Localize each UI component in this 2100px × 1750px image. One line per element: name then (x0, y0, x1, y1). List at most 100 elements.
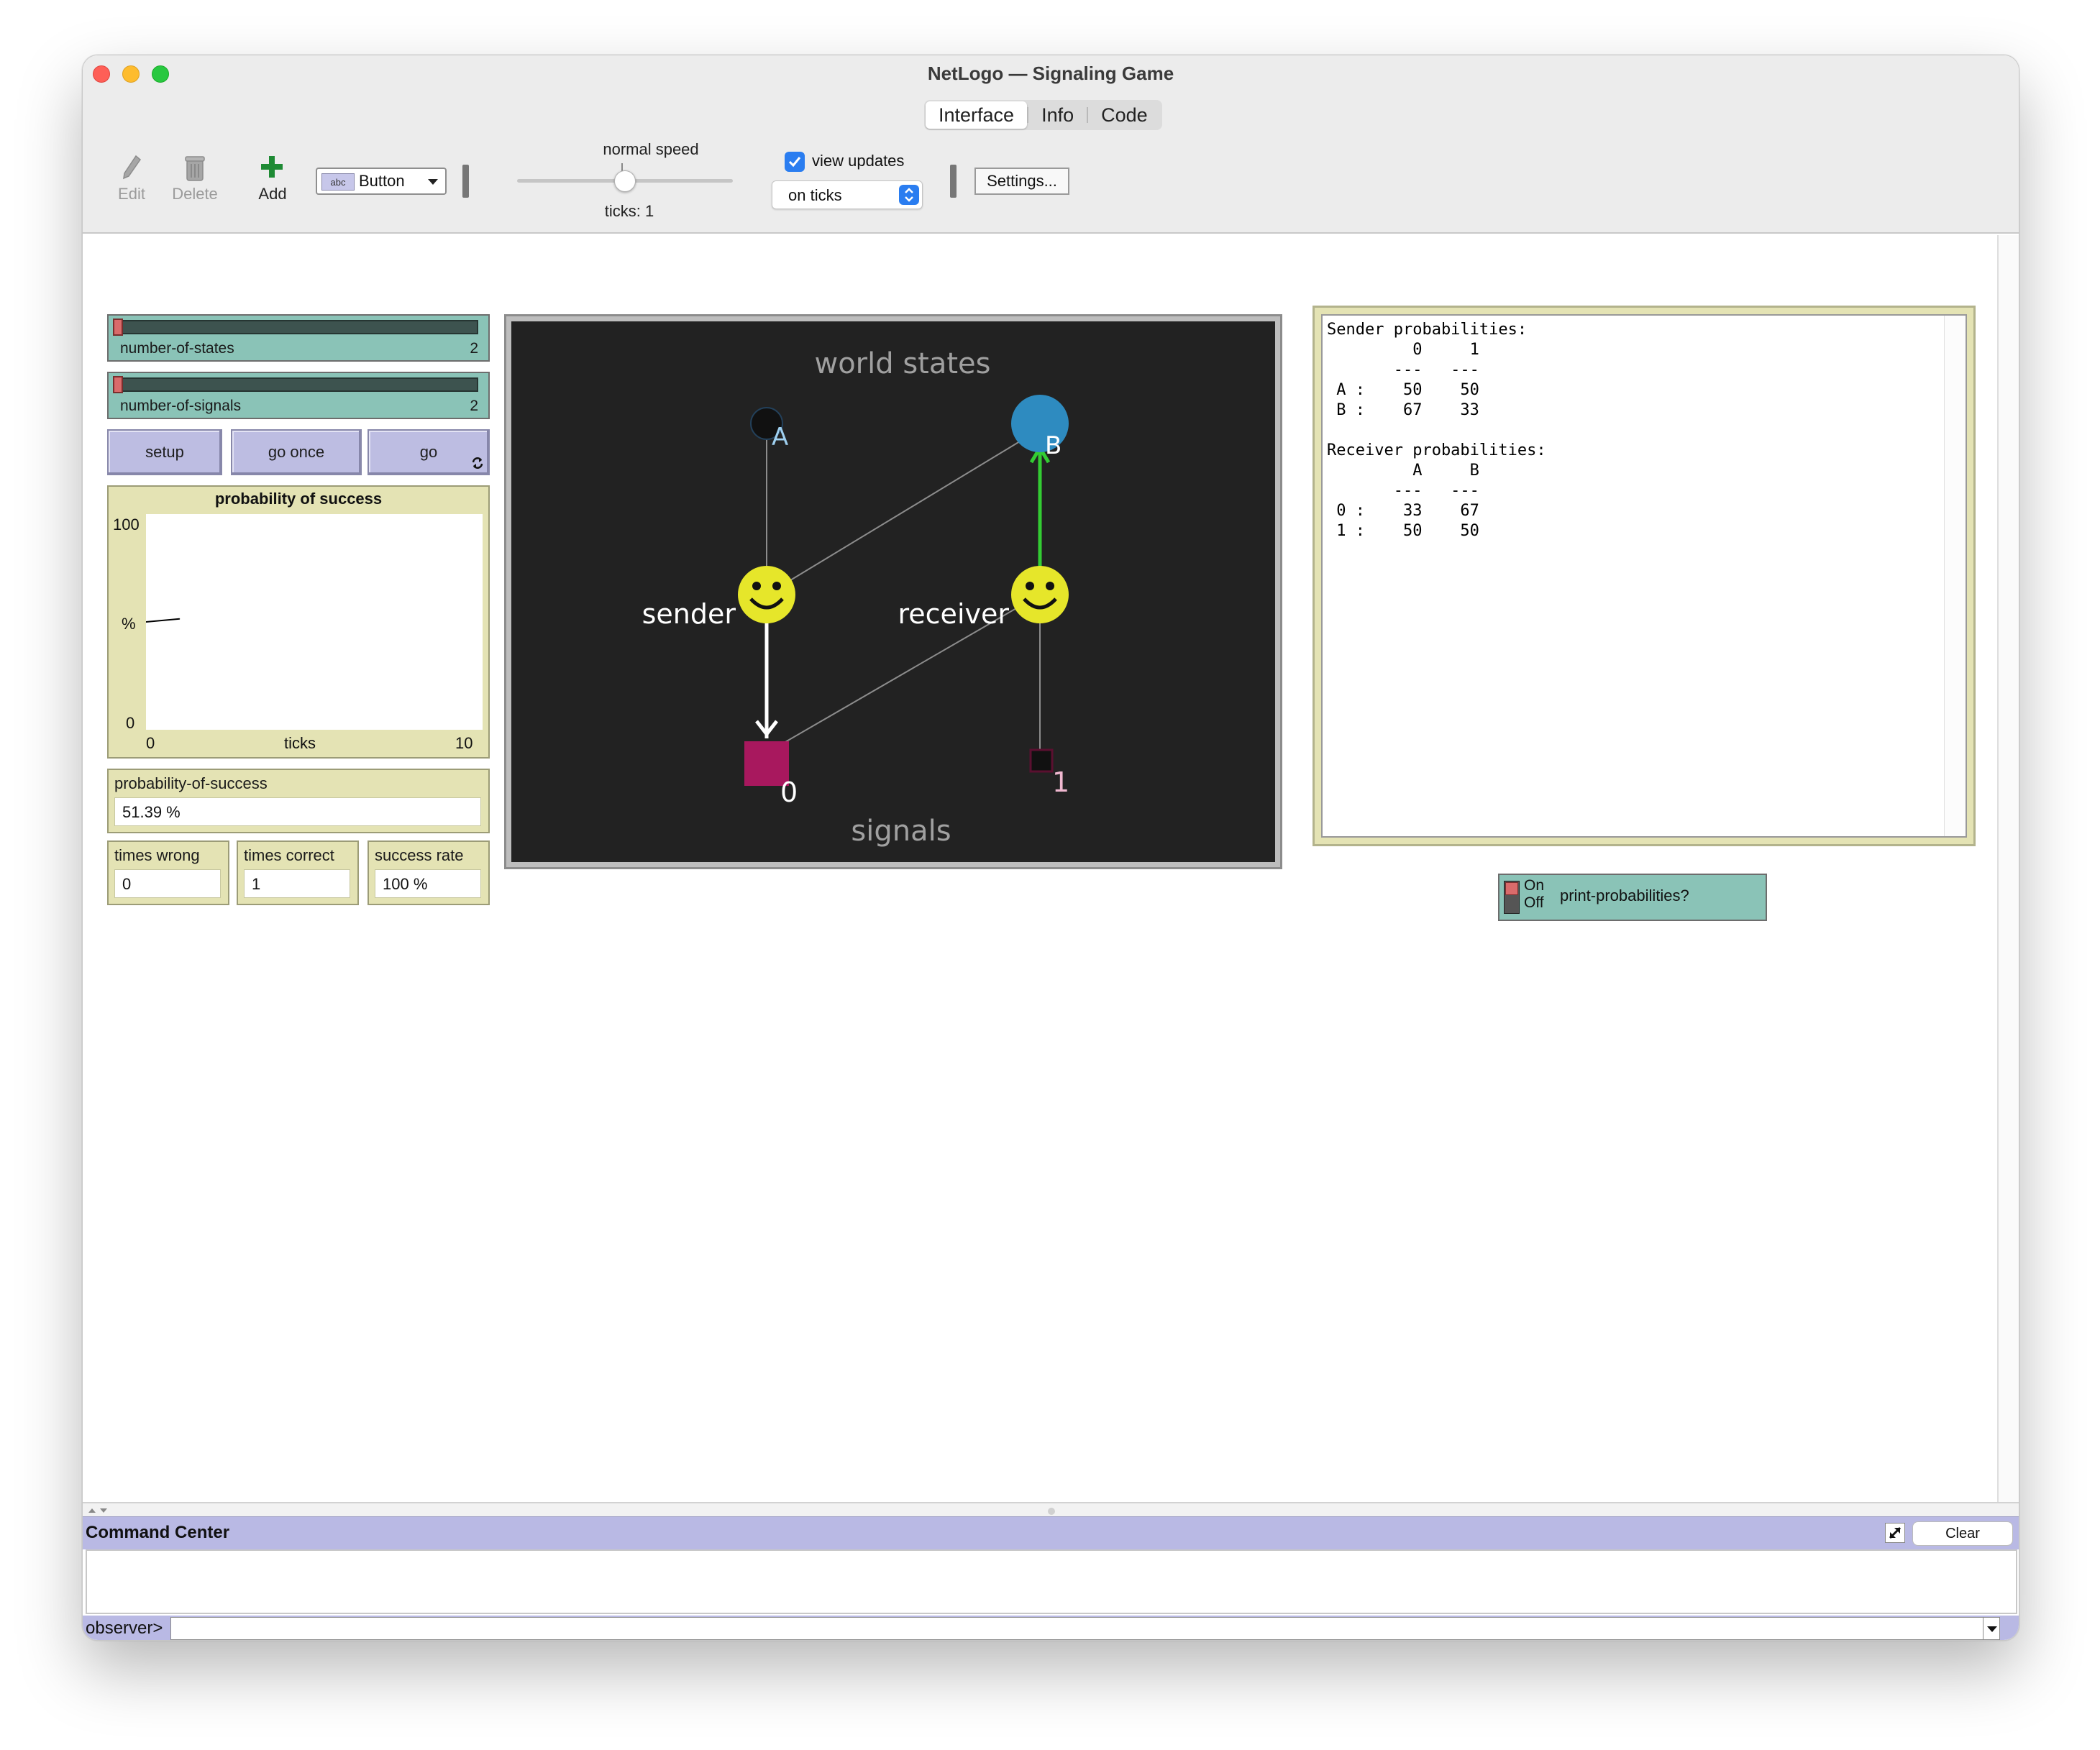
world-states-label: world states (814, 347, 990, 380)
checkmark-icon (788, 157, 801, 168)
command-input[interactable] (170, 1617, 1984, 1640)
success-rate-monitor: success rate 100 % (368, 840, 490, 905)
slider-value: 2 (470, 398, 478, 414)
tab-bar: Interface Info Code (924, 100, 1162, 130)
expand-icon[interactable] (1885, 1523, 1905, 1543)
plot-series-line (146, 618, 180, 623)
times-wrong-monitor: times wrong 0 (107, 840, 229, 905)
state-b-label: B (1045, 431, 1062, 460)
splitter-grip[interactable] (1048, 1508, 1055, 1515)
signals-label: signals (851, 815, 951, 848)
interface-scrollbar[interactable] (1997, 235, 2019, 1502)
output-scrollbar[interactable] (1944, 316, 1966, 836)
monitor-value: 0 (114, 869, 221, 898)
widget-type-select[interactable]: abc Button (316, 168, 447, 195)
clear-button[interactable]: Clear (1912, 1521, 2013, 1546)
monitor-label: probability-of-success (114, 774, 268, 792)
plus-icon[interactable] (260, 155, 284, 179)
number-of-signals-slider[interactable]: number-of-signals 2 (107, 372, 490, 419)
trash-icon[interactable] (183, 155, 206, 182)
plot-area (146, 514, 483, 730)
slider-value: 2 (470, 340, 478, 357)
monitor-value: 51.39 % (114, 797, 481, 826)
collapse-arrows-icon[interactable] (87, 1506, 109, 1515)
monitor-label: success rate (375, 846, 464, 864)
switch-label: print-probabilities? (1560, 887, 1689, 904)
edit-label: Edit (118, 185, 145, 203)
go-once-button[interactable]: go once (231, 429, 362, 475)
receiver-label: receiver (898, 598, 1010, 630)
toolbar-divider (950, 165, 957, 198)
receiver-smiley-icon (1011, 566, 1069, 623)
print-probabilities-switch[interactable]: On Off print-probabilities? (1498, 874, 1767, 921)
plot-y-max: 100 (113, 516, 140, 533)
interface-panel: number-of-states 2 number-of-signals 2 s… (83, 235, 1997, 1502)
history-dropdown-button[interactable] (1983, 1617, 2000, 1640)
monitor-label: times correct (244, 846, 334, 864)
plot-x-max: 10 (455, 734, 473, 752)
output-area[interactable]: Sender probabilities: 0 1 --- --- A : 50… (1321, 314, 1967, 838)
ticks-counter: ticks: 1 (604, 202, 654, 220)
widget-type-value: Button (359, 172, 405, 190)
add-label: Add (258, 185, 287, 203)
tab-interface[interactable]: Interface (926, 101, 1028, 129)
slider-label: number-of-signals (120, 398, 242, 414)
monitor-label: times wrong (114, 846, 200, 864)
forever-loop-icon (472, 457, 483, 469)
update-mode-value: on ticks (788, 186, 842, 204)
go-forever-button[interactable]: go (368, 429, 490, 475)
probability-monitor: probability-of-success 51.39 % (107, 769, 490, 833)
switch-knob[interactable] (1505, 882, 1518, 895)
netlogo-window: NetLogo — Signaling Game Interface Info … (82, 55, 2019, 1641)
pencil-icon (123, 155, 142, 180)
settings-button[interactable]: Settings... (974, 168, 1069, 195)
titlebar: NetLogo — Signaling Game Interface Info … (83, 55, 2019, 234)
delete-label: Delete (172, 185, 218, 203)
command-center-title: Command Center (86, 1523, 230, 1542)
plot-y-min: 0 (126, 714, 135, 732)
observer-prompt: observer> (86, 1618, 163, 1638)
switch-track[interactable] (1504, 881, 1520, 914)
plot-y-label: % (122, 615, 136, 633)
setup-button[interactable]: setup (107, 429, 222, 475)
plot-title: probability of success (214, 490, 383, 508)
probability-plot: probability of success 100 0 % 0 ticks 1… (107, 485, 490, 759)
times-correct-monitor: times correct 1 (237, 840, 359, 905)
signal-1-node (1029, 748, 1054, 773)
sender-label: sender (642, 598, 736, 630)
slider-track[interactable] (113, 377, 478, 392)
signal-0-label: 0 (780, 776, 798, 808)
speed-label: normal speed (603, 140, 699, 158)
tab-info[interactable]: Info (1028, 101, 1087, 129)
window-title: NetLogo — Signaling Game (927, 63, 1174, 84)
monitor-value: 1 (244, 869, 350, 898)
plot-x-label: ticks (284, 734, 316, 752)
slider-track[interactable] (113, 320, 478, 334)
state-a-label: A (772, 423, 788, 452)
update-mode-select[interactable]: on ticks (772, 180, 923, 209)
chevron-down-icon (428, 179, 438, 185)
slider-knob[interactable] (113, 376, 123, 393)
number-of-states-slider[interactable]: number-of-states 2 (107, 314, 490, 362)
output-text: Sender probabilities: 0 1 --- --- A : 50… (1327, 321, 1546, 540)
world-view[interactable]: A B sender receiver 0 1 world states sig… (511, 321, 1275, 862)
sender-smiley-icon (738, 566, 795, 623)
command-center-header: Command Center Clear (83, 1516, 2019, 1549)
slider-label: number-of-states (120, 340, 234, 357)
command-center-history[interactable] (86, 1549, 2017, 1614)
monitor-value: 100 % (375, 869, 481, 898)
view-updates-checkbox[interactable] (785, 152, 805, 172)
plot-point (179, 618, 181, 620)
up-down-chevron-icon (899, 185, 919, 205)
command-center-splitter[interactable] (83, 1502, 2019, 1516)
speed-slider-knob[interactable] (614, 170, 636, 192)
world-background (511, 321, 1275, 862)
signal-1-label: 1 (1052, 766, 1069, 798)
command-input-row: observer> (83, 1616, 2019, 1640)
tab-code[interactable]: Code (1088, 101, 1161, 129)
slider-knob[interactable] (113, 319, 123, 336)
button-widget-icon: abc (321, 173, 355, 191)
chevron-down-icon (1987, 1626, 1997, 1632)
view-updates-label: view updates (812, 152, 905, 170)
switch-off-label: Off (1524, 894, 1544, 911)
